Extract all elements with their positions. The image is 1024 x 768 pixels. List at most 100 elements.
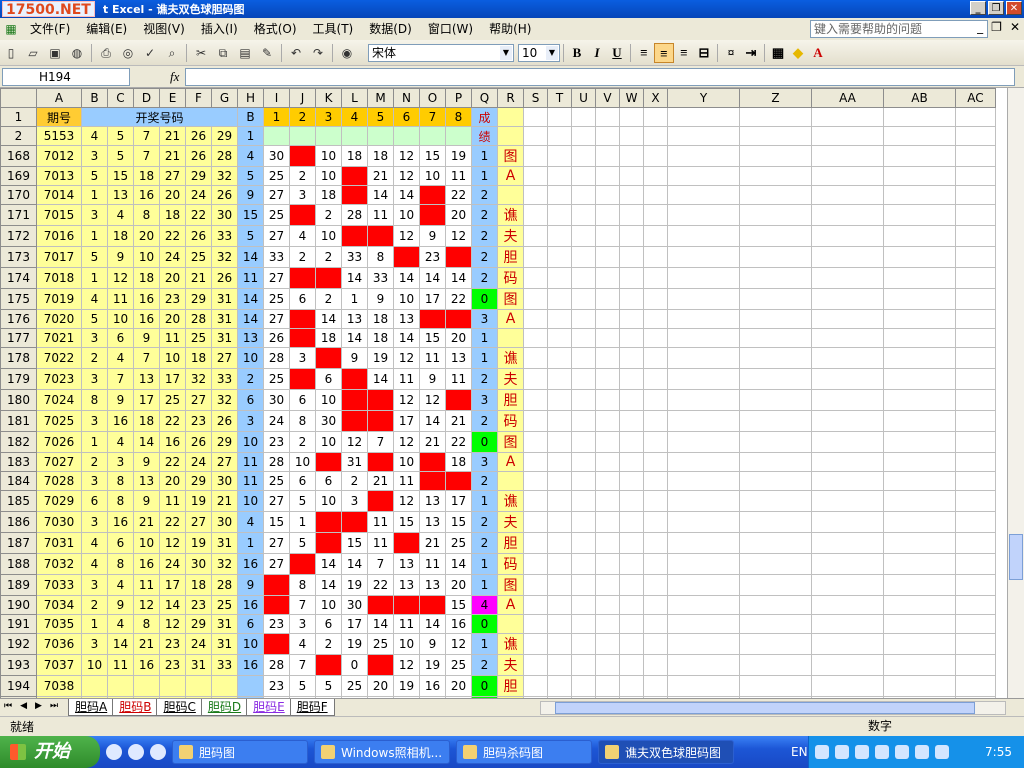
bold-button[interactable]: B bbox=[567, 43, 587, 63]
column-header[interactable]: Y bbox=[667, 88, 740, 108]
row-header[interactable]: 178 bbox=[0, 347, 37, 369]
formula-input[interactable] bbox=[185, 67, 1016, 86]
row-header[interactable]: 185 bbox=[0, 490, 37, 512]
minimize-doc-icon[interactable]: _ bbox=[977, 20, 983, 34]
row-header[interactable]: 173 bbox=[0, 246, 37, 268]
task-button-active[interactable]: 谯夫双色球胆码图 bbox=[598, 740, 734, 764]
row-header[interactable]: 190 bbox=[0, 595, 37, 615]
start-button[interactable]: 开始 bbox=[0, 736, 100, 768]
indent-icon[interactable]: ⇥ bbox=[741, 43, 761, 63]
first-sheet-icon[interactable]: ⏮ bbox=[4, 701, 12, 711]
quicklaunch-desktop-icon[interactable] bbox=[150, 744, 166, 760]
restore-icon[interactable]: ❐ bbox=[988, 1, 1004, 15]
row-header[interactable]: 181 bbox=[0, 410, 37, 432]
row-header[interactable]: 189 bbox=[0, 574, 37, 596]
copy-icon[interactable]: ⧉ bbox=[214, 44, 232, 62]
column-header[interactable]: J bbox=[289, 88, 316, 108]
fx-icon[interactable]: fx bbox=[170, 69, 179, 85]
italic-button[interactable]: I bbox=[587, 43, 607, 63]
column-header[interactable]: M bbox=[367, 88, 394, 108]
align-left-icon[interactable]: ≡ bbox=[634, 43, 654, 63]
menu-insert[interactable]: 插入(I) bbox=[193, 19, 246, 39]
quicklaunch-media-icon[interactable] bbox=[128, 744, 144, 760]
column-header[interactable]: S bbox=[523, 88, 548, 108]
scroll-thumb[interactable] bbox=[1009, 534, 1023, 580]
column-header[interactable]: B bbox=[81, 88, 108, 108]
spreadsheet-grid[interactable]: A B C D E F G H I J K L M N O P Q R S T U V W X Y Z AA AB AC 1 期号 开奖… bbox=[0, 88, 1024, 698]
row-header[interactable]: 1 bbox=[0, 107, 37, 127]
help-search-input[interactable]: 键入需要帮助的问题 bbox=[810, 20, 988, 38]
column-header[interactable]: H bbox=[237, 88, 264, 108]
task-button[interactable]: 胆码图 bbox=[172, 740, 308, 764]
tray-icon[interactable] bbox=[935, 745, 949, 759]
row-header[interactable]: 182 bbox=[0, 431, 37, 453]
select-all-corner[interactable] bbox=[0, 88, 37, 108]
column-header[interactable]: AB bbox=[883, 88, 956, 108]
tray-icon[interactable] bbox=[915, 745, 929, 759]
tray-icon[interactable] bbox=[855, 745, 869, 759]
research-icon[interactable]: ⌕ bbox=[163, 44, 181, 62]
menu-format[interactable]: 格式(O) bbox=[246, 19, 305, 39]
tray-icon[interactable] bbox=[815, 745, 829, 759]
row-header[interactable]: 2 bbox=[0, 126, 37, 146]
new-icon[interactable]: ▯ bbox=[2, 44, 20, 62]
tray-icon[interactable] bbox=[895, 745, 909, 759]
name-box[interactable]: H194 bbox=[2, 67, 130, 86]
column-header[interactable]: C bbox=[107, 88, 134, 108]
column-header[interactable]: AA bbox=[811, 88, 884, 108]
fill-color-icon[interactable]: ◆ bbox=[788, 43, 808, 63]
row-header[interactable]: 175 bbox=[0, 288, 37, 310]
row-header[interactable]: 194 bbox=[0, 675, 37, 697]
sheet-tab-f[interactable]: 胆码F bbox=[289, 699, 335, 716]
sheet-tab-b[interactable]: 胆码B bbox=[112, 699, 159, 716]
language-indicator[interactable]: EN bbox=[791, 736, 808, 768]
row-header[interactable]: 193 bbox=[0, 654, 37, 676]
restore-doc-icon[interactable]: ❐ bbox=[991, 20, 1002, 34]
column-header[interactable]: T bbox=[547, 88, 572, 108]
horizontal-scrollbar[interactable] bbox=[540, 701, 1006, 715]
menu-edit[interactable]: 编辑(E) bbox=[78, 19, 135, 39]
column-header[interactable]: Q bbox=[471, 88, 498, 108]
tray-icon[interactable] bbox=[835, 745, 849, 759]
hyperlink-icon[interactable]: ◉ bbox=[338, 44, 356, 62]
column-header[interactable]: K bbox=[315, 88, 342, 108]
sheet-tab-c[interactable]: 胆码C bbox=[156, 699, 203, 716]
row-header[interactable]: 188 bbox=[0, 553, 37, 575]
task-button[interactable]: 胆码杀码图 bbox=[456, 740, 592, 764]
menu-data[interactable]: 数据(D) bbox=[361, 19, 420, 39]
column-header[interactable]: U bbox=[571, 88, 596, 108]
column-header[interactable]: R bbox=[497, 88, 524, 108]
paste-icon[interactable]: ▤ bbox=[236, 44, 254, 62]
close-doc-icon[interactable]: ✕ bbox=[1010, 20, 1020, 34]
row-header[interactable]: 169 bbox=[0, 166, 37, 186]
prev-sheet-icon[interactable]: ◀ bbox=[20, 701, 27, 711]
menu-view[interactable]: 视图(V) bbox=[135, 19, 193, 39]
borders-icon[interactable]: ▦ bbox=[768, 43, 788, 63]
column-header[interactable]: X bbox=[643, 88, 668, 108]
row-header[interactable]: 179 bbox=[0, 368, 37, 390]
menu-window[interactable]: 窗口(W) bbox=[420, 19, 481, 39]
row-header[interactable]: 183 bbox=[0, 452, 37, 472]
minimize-icon[interactable]: _ bbox=[970, 1, 986, 15]
next-sheet-icon[interactable]: ▶ bbox=[35, 701, 42, 711]
task-button[interactable]: Windows照相机... bbox=[314, 740, 450, 764]
format-painter-icon[interactable]: ✎ bbox=[258, 44, 276, 62]
quicklaunch-ie-icon[interactable] bbox=[106, 744, 122, 760]
font-color-icon[interactable]: A bbox=[808, 43, 828, 63]
row-header[interactable]: 184 bbox=[0, 471, 37, 491]
excel-doc-icon[interactable]: ▦ bbox=[2, 20, 20, 38]
redo-icon[interactable]: ↷ bbox=[309, 44, 327, 62]
row-header[interactable]: 174 bbox=[0, 267, 37, 289]
column-header[interactable]: V bbox=[595, 88, 620, 108]
row-header[interactable]: 172 bbox=[0, 225, 37, 247]
column-header[interactable]: E bbox=[159, 88, 186, 108]
row-header[interactable]: 192 bbox=[0, 633, 37, 655]
align-center-icon[interactable]: ≡ bbox=[654, 42, 674, 63]
menu-file[interactable]: 文件(F) bbox=[22, 19, 78, 39]
column-header[interactable]: O bbox=[419, 88, 446, 108]
row-header[interactable]: 191 bbox=[0, 614, 37, 634]
cut-icon[interactable]: ✂ bbox=[192, 44, 210, 62]
spelling-icon[interactable]: ✓ bbox=[141, 44, 159, 62]
column-header[interactable]: N bbox=[393, 88, 420, 108]
save-icon[interactable]: ▣ bbox=[46, 44, 64, 62]
